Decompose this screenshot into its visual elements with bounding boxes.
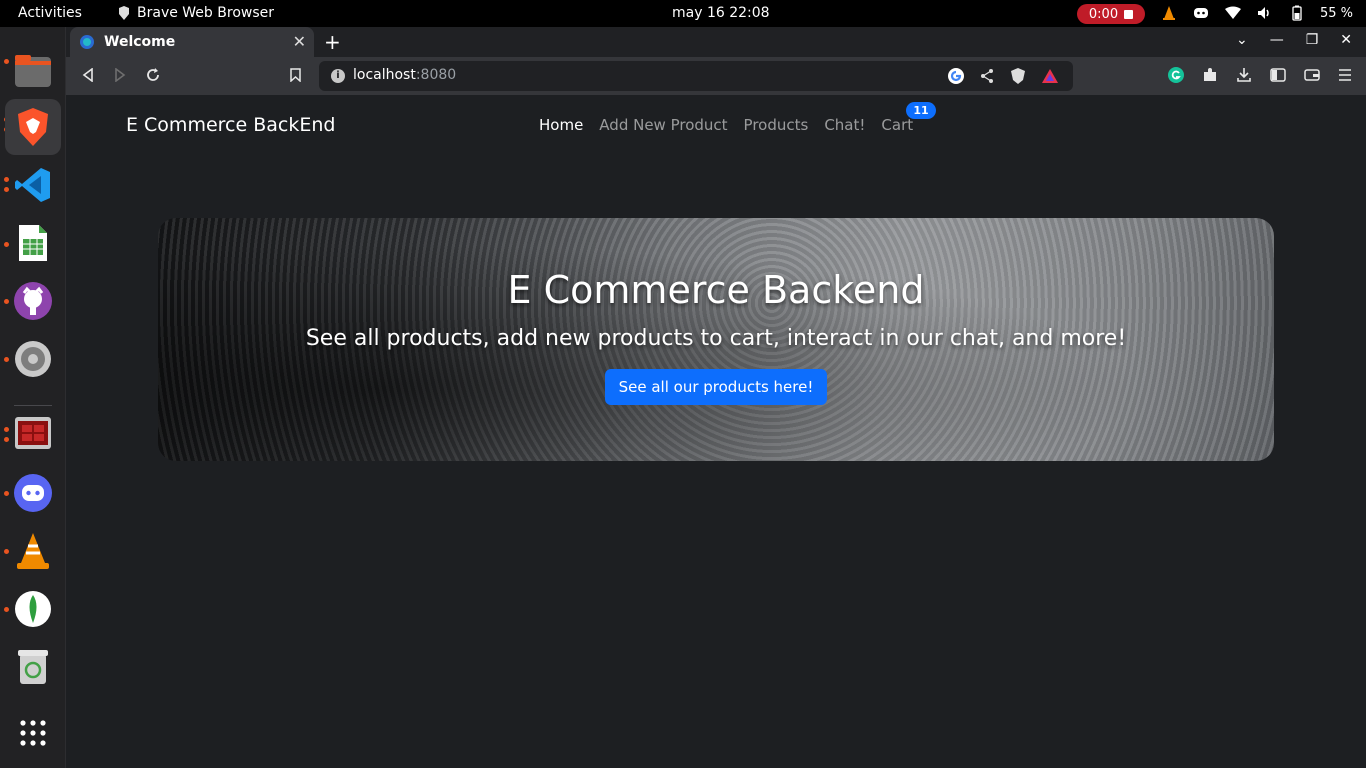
address-bar-actions	[947, 67, 1059, 89]
discord-tray-icon[interactable]	[1192, 4, 1210, 22]
hero-content: E Commerce Backend See all products, add…	[158, 218, 1274, 461]
dock-terminal[interactable]	[5, 405, 61, 461]
share-icon[interactable]	[979, 68, 995, 88]
wifi-icon[interactable]	[1224, 4, 1242, 22]
browser-toolbar: i localhost:8080	[66, 57, 1366, 95]
apps-grid-icon	[20, 720, 46, 746]
dock-vscode[interactable]	[5, 157, 61, 213]
navbar-brand[interactable]: E Commerce BackEnd	[126, 114, 335, 136]
spreadsheet-icon	[19, 225, 47, 261]
dock-show-apps[interactable]	[5, 705, 61, 761]
volume-icon[interactable]	[1256, 4, 1274, 22]
browser-window: Welcome ✕ + ⌄ — ❐ ✕ i localhost:8080 E C…	[66, 27, 1366, 768]
web-page: E Commerce BackEnd Home Add New Product …	[66, 95, 1366, 768]
files-icon	[15, 55, 51, 87]
app-menu[interactable]: Brave Web Browser	[117, 5, 274, 21]
tab-search-icon[interactable]: ⌄	[1236, 32, 1248, 48]
dock-brave[interactable]	[5, 99, 61, 155]
menu-icon[interactable]	[1338, 68, 1352, 86]
url-port: :8080	[415, 67, 457, 83]
trash-icon	[18, 650, 48, 684]
download-icon[interactable]	[1236, 67, 1252, 87]
hero-banner: E Commerce Backend See all products, add…	[158, 218, 1274, 461]
tab-title: Welcome	[104, 34, 176, 50]
brave-icon	[18, 108, 48, 146]
bookmark-button[interactable]	[290, 67, 301, 86]
nav-chat[interactable]: Chat!	[824, 116, 865, 134]
dock-vlc[interactable]	[5, 523, 61, 579]
extensions-puzzle-icon[interactable]	[1202, 67, 1218, 87]
battery-percent: 55 %	[1320, 5, 1354, 21]
hero-title: E Commerce Backend	[507, 268, 925, 312]
forward-icon	[115, 67, 126, 83]
stop-icon	[1124, 9, 1134, 19]
clock[interactable]: may 16 22:08	[672, 5, 770, 21]
dock-discord[interactable]	[5, 465, 61, 521]
activities-button[interactable]: Activities	[18, 5, 82, 21]
close-window-button[interactable]: ✕	[1340, 32, 1352, 48]
vscode-icon	[15, 168, 50, 202]
dock-files[interactable]	[5, 43, 61, 99]
extension-icons	[1168, 67, 1352, 87]
url-text[interactable]: localhost:8080	[353, 67, 456, 83]
settings-icon	[15, 341, 51, 377]
screen-recording-indicator[interactable]: 0:00	[1077, 4, 1145, 24]
site-info-icon[interactable]: i	[331, 69, 345, 83]
tab-welcome[interactable]: Welcome ✕	[70, 27, 314, 57]
new-tab-button[interactable]: +	[324, 30, 341, 54]
window-controls: ⌄ — ❐ ✕	[1236, 32, 1352, 48]
recording-time: 0:00	[1088, 6, 1119, 22]
nav-home[interactable]: Home	[539, 116, 583, 134]
google-translate-icon[interactable]	[947, 67, 965, 89]
battery-icon[interactable]	[1288, 4, 1306, 22]
vlc-icon	[17, 533, 49, 569]
dock-mongodb[interactable]	[5, 581, 61, 637]
back-icon	[82, 67, 93, 83]
brave-icon	[119, 6, 129, 20]
vlc-tray-icon[interactable]	[1160, 4, 1178, 22]
nav-add-new-product[interactable]: Add New Product	[599, 116, 727, 134]
terminal-icon	[15, 417, 51, 449]
reload-button[interactable]	[146, 67, 160, 86]
dock-trash[interactable]	[5, 639, 61, 695]
see-products-button[interactable]: See all our products here!	[604, 369, 828, 405]
dock-settings[interactable]	[5, 331, 61, 387]
app-name: Brave Web Browser	[137, 5, 274, 21]
github-icon	[14, 282, 52, 320]
hero-subtitle: See all products, add new products to ca…	[305, 326, 1127, 351]
forward-button[interactable]	[114, 67, 126, 86]
url-host: localhost	[353, 67, 416, 83]
dock	[0, 27, 66, 768]
system-tray[interactable]: 55 %	[1160, 4, 1353, 22]
bookmark-icon	[290, 68, 301, 83]
brave-rewards-icon[interactable]	[1041, 68, 1059, 88]
address-bar[interactable]: i localhost:8080	[319, 61, 1073, 91]
nav-cart[interactable]: Cart 11	[881, 102, 936, 134]
nav-products[interactable]: Products	[744, 116, 809, 134]
close-tab-icon[interactable]: ✕	[293, 32, 306, 51]
page-favicon-icon	[80, 35, 94, 49]
mongodb-icon	[15, 591, 51, 627]
brave-shields-icon[interactable]	[1009, 67, 1027, 89]
dock-github[interactable]	[5, 273, 61, 329]
wallet-icon[interactable]	[1304, 67, 1320, 87]
back-button[interactable]	[82, 67, 94, 86]
sidebar-icon[interactable]	[1270, 67, 1286, 87]
maximize-button[interactable]: ❐	[1306, 32, 1319, 48]
cart-count-badge: 11	[906, 102, 936, 119]
discord-icon	[14, 474, 52, 512]
grammarly-icon[interactable]	[1168, 67, 1184, 87]
tab-strip: Welcome ✕ + ⌄ — ❐ ✕	[66, 27, 1366, 57]
reload-icon	[147, 68, 159, 81]
dock-spreadsheet[interactable]	[5, 215, 61, 271]
main-nav: Home Add New Product Products Chat! Cart…	[539, 102, 936, 134]
minimize-button[interactable]: —	[1270, 32, 1284, 48]
cart-label: Cart	[881, 116, 914, 134]
system-top-bar: Activities Brave Web Browser may 16 22:0…	[0, 0, 1366, 27]
